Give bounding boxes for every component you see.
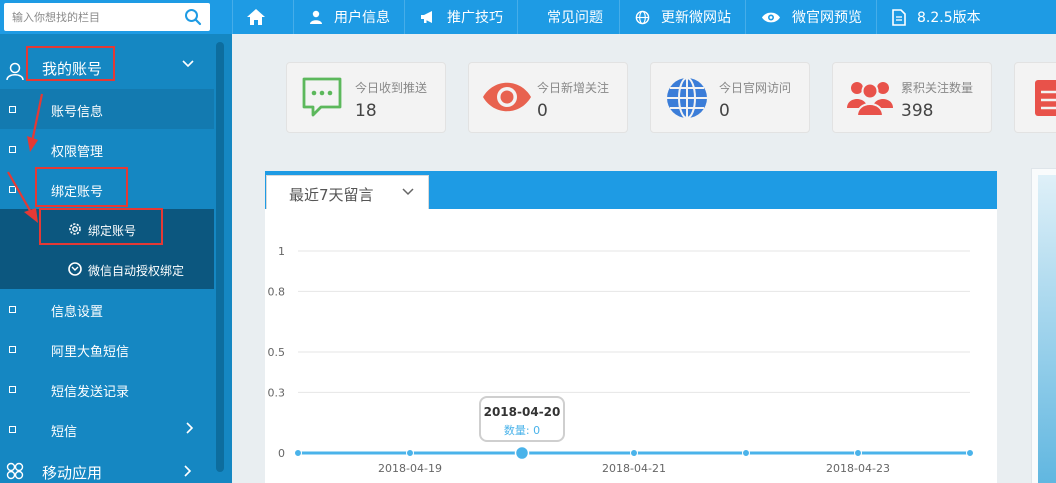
y-tick-label: 0.3 bbox=[268, 386, 286, 399]
tree-node bbox=[9, 306, 16, 313]
y-tick-label: 0 bbox=[278, 447, 285, 460]
data-point bbox=[406, 449, 414, 457]
nav-user-info[interactable]: 用户信息 bbox=[293, 0, 404, 34]
y-tick-label: 1 bbox=[278, 245, 285, 258]
sidebar-item-label: 短信发送记录 bbox=[51, 385, 130, 400]
nav-preview-site[interactable]: 微官网预览 bbox=[745, 0, 876, 34]
data-point bbox=[854, 449, 862, 457]
nav-version[interactable]: 8.2.5版本 bbox=[876, 0, 995, 34]
apps-icon bbox=[6, 462, 24, 480]
sidebar-item-label: 阿里大鱼短信 bbox=[51, 345, 130, 360]
right-panel-partial bbox=[1031, 168, 1056, 483]
refresh-icon bbox=[68, 262, 82, 276]
stat-value: 398 bbox=[901, 101, 934, 121]
stat-value: 0 bbox=[719, 101, 730, 121]
sidebar-section-mobile-apps[interactable]: 移动应用 bbox=[0, 449, 214, 483]
nav-version-label: 8.2.5版本 bbox=[917, 10, 981, 26]
chevron-right-icon bbox=[186, 422, 194, 434]
data-point bbox=[630, 449, 638, 457]
user-icon bbox=[310, 10, 322, 24]
data-point bbox=[514, 445, 530, 461]
tree-node bbox=[9, 426, 16, 433]
sidebar-item-label: 账号信息 bbox=[51, 105, 104, 120]
nav-user-info-label: 用户信息 bbox=[334, 10, 390, 26]
top-nav: 用户信息 推广技巧 常见问题 更新微网站 微官网预览 8.2.5版本 bbox=[232, 0, 995, 34]
stat-card-new-followers: 今日新增关注 0 bbox=[468, 62, 628, 133]
tooltip-value: 数量: 0 bbox=[504, 424, 540, 437]
right-panel-image bbox=[1038, 175, 1056, 483]
nav-faq-label: 常见问题 bbox=[547, 10, 603, 26]
stat-card-pushes: 今日收到推送 18 bbox=[286, 62, 446, 133]
sidebar-section-mobile-apps-label: 移动应用 bbox=[42, 464, 103, 482]
sidebar-item-sms-log[interactable]: 短信发送记录 bbox=[0, 369, 214, 409]
stat-card-total-followers: 累积关注数量 398 bbox=[832, 62, 992, 133]
user-outline-icon bbox=[6, 62, 24, 81]
y-tick-label: 0.8 bbox=[268, 285, 286, 298]
tree-node bbox=[9, 386, 16, 393]
nav-update-site-label: 更新微网站 bbox=[661, 10, 731, 26]
top-bar: 用户信息 推广技巧 常见问题 更新微网站 微官网预览 bbox=[0, 0, 1056, 34]
data-point bbox=[294, 449, 302, 457]
stat-title: 今日官网访问 bbox=[719, 81, 792, 95]
annotation-arrow bbox=[27, 93, 44, 152]
stat-title: 累积关注数量 bbox=[901, 81, 974, 95]
megaphone-icon bbox=[421, 11, 432, 23]
x-tick-label: 2018-04-19 bbox=[378, 462, 442, 475]
users-icon bbox=[847, 82, 893, 117]
sidebar-item-alidayu-sms[interactable]: 阿里大鱼短信 bbox=[0, 329, 214, 369]
sidebar-item-label: 短信 bbox=[51, 425, 78, 440]
home-icon bbox=[247, 9, 265, 25]
globe-icon bbox=[635, 10, 650, 24]
x-tick-label: 2018-04-23 bbox=[826, 462, 890, 475]
nav-promo-tips[interactable]: 推广技巧 bbox=[404, 0, 517, 34]
x-tick-label: 2018-04-21 bbox=[602, 462, 666, 475]
globe-icon bbox=[667, 77, 707, 119]
sidebar-item-info-settings[interactable]: 信息设置 bbox=[0, 289, 214, 329]
eye-icon bbox=[483, 82, 531, 112]
search-box bbox=[4, 3, 210, 31]
annotation-arrow bbox=[7, 171, 38, 223]
nav-promo-tips-label: 推广技巧 bbox=[447, 10, 503, 26]
chevron-right-icon bbox=[184, 465, 192, 477]
eye-icon bbox=[762, 12, 780, 22]
messages-line-chart: 0 0.3 0.5 0.8 1 2018-04-19 2018-04-21 2018-04-2… bbox=[268, 245, 974, 475]
y-tick-label: 0.5 bbox=[268, 346, 286, 359]
highlight-box bbox=[39, 208, 163, 245]
search-icon[interactable] bbox=[184, 8, 202, 26]
data-point bbox=[742, 449, 750, 457]
highlight-box bbox=[35, 167, 128, 207]
period-dropdown-label: 最近7天留言 bbox=[289, 186, 374, 204]
nav-preview-site-label: 微官网预览 bbox=[792, 10, 862, 26]
message-icon bbox=[302, 77, 342, 117]
nav-faq[interactable]: 常见问题 bbox=[517, 0, 619, 34]
tree-node bbox=[9, 346, 16, 353]
sidebar-scrollbar[interactable] bbox=[216, 42, 224, 472]
stat-value: 18 bbox=[355, 101, 377, 121]
stat-value: 0 bbox=[537, 101, 548, 121]
sidebar-subitem-label: 微信自动授权绑定 bbox=[88, 264, 185, 278]
document-icon bbox=[892, 8, 906, 26]
sidebar-item-sms[interactable]: 短信 bbox=[0, 409, 214, 449]
tree-node bbox=[9, 106, 16, 113]
period-dropdown[interactable]: 最近7天留言 bbox=[266, 175, 429, 209]
nav-update-site[interactable]: 更新微网站 bbox=[619, 0, 745, 34]
chevron-down-icon bbox=[402, 188, 414, 196]
stat-title: 今日收到推送 bbox=[355, 81, 428, 95]
chevron-down-icon bbox=[182, 60, 194, 68]
stat-card-partial bbox=[1014, 62, 1056, 133]
sidebar-item-label: 信息设置 bbox=[51, 305, 104, 320]
tree-node bbox=[9, 146, 16, 153]
stat-title: 今日新增关注 bbox=[537, 81, 610, 95]
highlight-box bbox=[26, 46, 115, 81]
data-point bbox=[966, 449, 974, 457]
search-input[interactable] bbox=[4, 3, 174, 31]
sidebar-subitem-wechat-auth[interactable]: 微信自动授权绑定 bbox=[0, 249, 214, 289]
nav-home[interactable] bbox=[232, 0, 293, 34]
sidebar-item-label: 权限管理 bbox=[51, 145, 104, 160]
tooltip-title: 2018-04-20 bbox=[484, 405, 561, 419]
stat-card-site-visits: 今日官网访问 0 bbox=[650, 62, 810, 133]
clipboard-icon bbox=[1035, 80, 1056, 116]
